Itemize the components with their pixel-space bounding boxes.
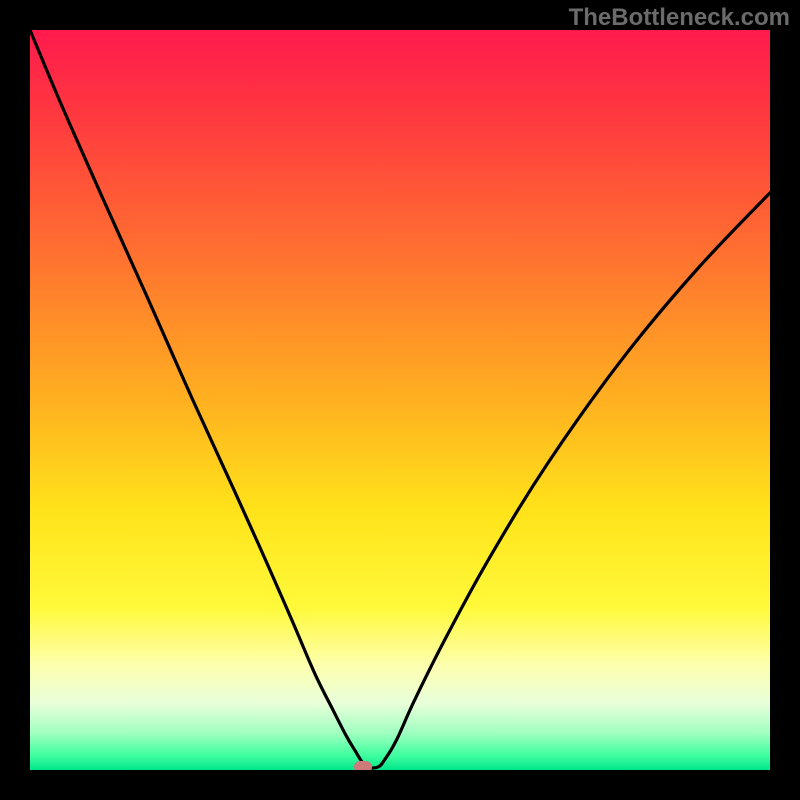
optimum-marker xyxy=(354,761,372,770)
plot-area xyxy=(30,30,770,770)
watermark-text: TheBottleneck.com xyxy=(569,4,790,32)
chart-container: TheBottleneck.com xyxy=(0,0,800,800)
curve-layer xyxy=(30,30,770,770)
bottleneck-curve xyxy=(30,30,770,768)
